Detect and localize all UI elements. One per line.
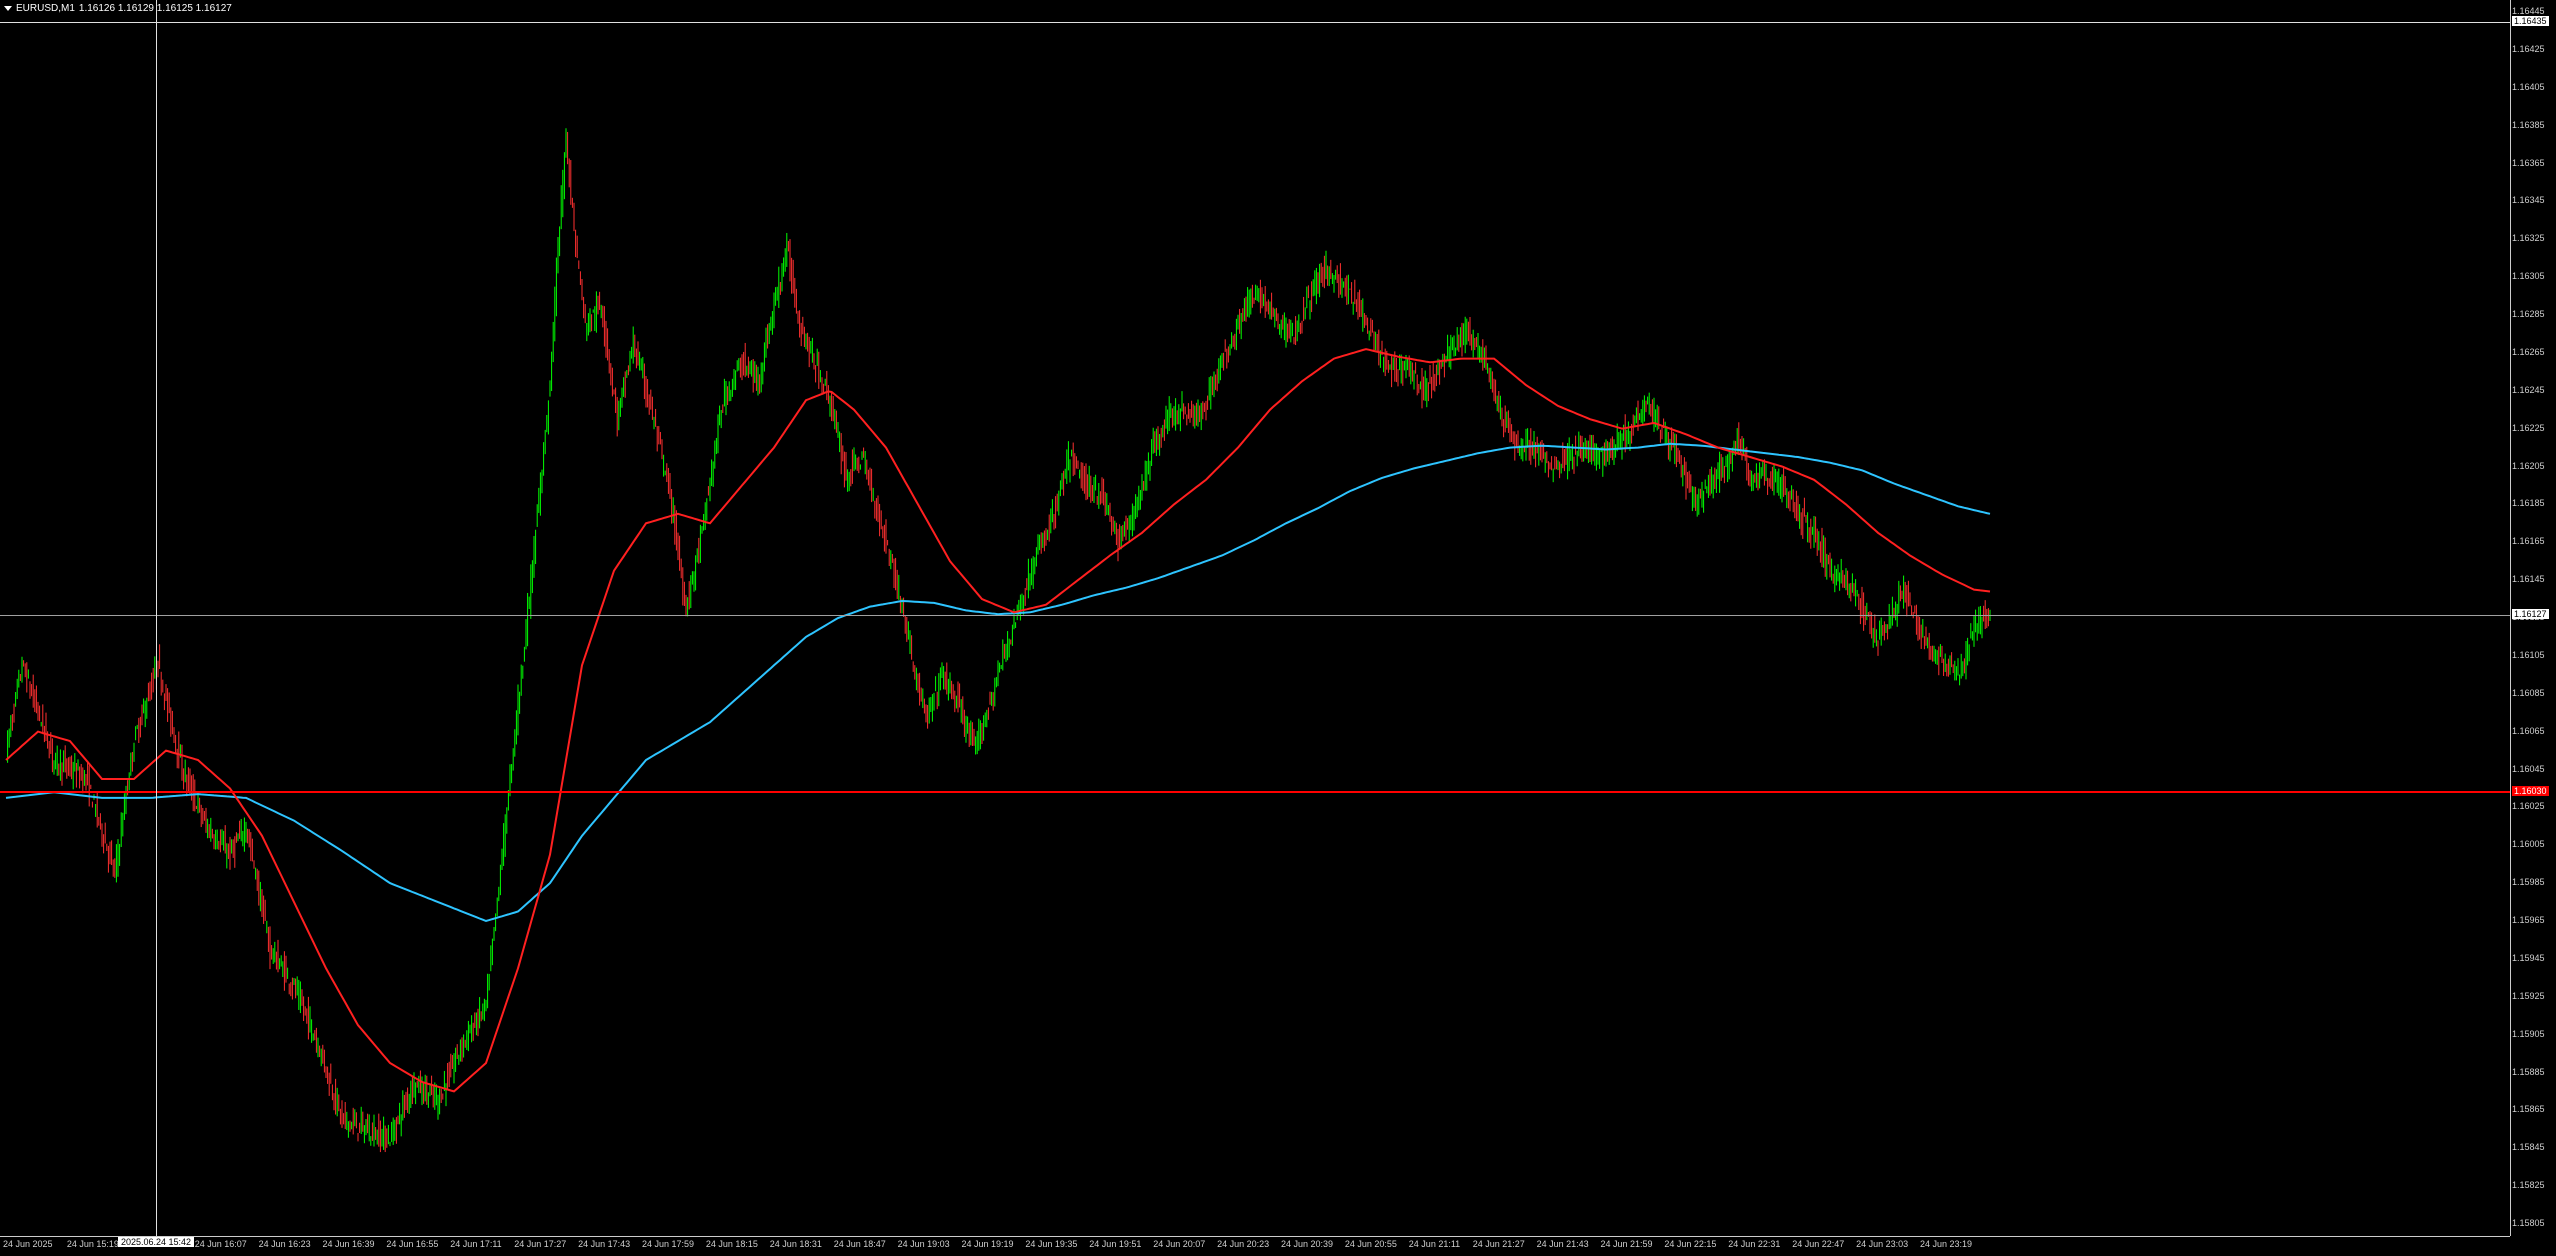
symbol-timeframe: EURUSD,M1 [16, 3, 75, 14]
price-axis-label: 1.16425 [2512, 43, 2545, 54]
price-axis-label: 1.15805 [2512, 1218, 2545, 1228]
time-axis-label: 24 Jun 20:55 [1344, 1239, 1397, 1249]
price-axis-label: 1.16145 [2512, 574, 2545, 585]
time-axis-label: 24 Jun 19:35 [1025, 1239, 1078, 1249]
price-axis-label: 1.16385 [2512, 119, 2545, 130]
time-axis-label: 24 Jun 22:47 [1792, 1239, 1845, 1249]
price-axis-label: 1.15865 [2512, 1104, 2545, 1115]
time-axis-label: 24 Jun 23:03 [1856, 1239, 1909, 1249]
time-axis-label: 24 Jun 2025 [3, 1239, 53, 1249]
price-axis-label: 1.16105 [2512, 649, 2545, 660]
time-axis-label: 24 Jun 16:07 [194, 1239, 247, 1249]
time-axis-label: 24 Jun 21:43 [1536, 1239, 1589, 1249]
price-axis-label: 1.16285 [2512, 309, 2545, 319]
price-axis-label: 1.16245 [2512, 384, 2545, 395]
price-axis-label: 1.16025 [2512, 801, 2545, 812]
time-axis-label: 24 Jun 20:07 [1153, 1239, 1206, 1249]
price-axis-label: 1.16405 [2512, 81, 2545, 92]
crosshair-price-tag: 1.16435 [2512, 16, 2549, 26]
time-axis-label: 24 Jun 19:03 [897, 1239, 950, 1249]
time-axis-label: 24 Jun 19:51 [1089, 1239, 1142, 1249]
current-price-tag: 1.16127 [2512, 609, 2549, 619]
time-axis-label: 24 Jun 17:43 [578, 1239, 631, 1249]
price-axis-label: 1.16085 [2512, 687, 2545, 698]
price-axis-label: 1.16225 [2512, 422, 2545, 433]
price-axis-label: 1.16185 [2512, 498, 2545, 509]
time-axis-label: 24 Jun 18:31 [769, 1239, 822, 1249]
price-axis-label: 1.15985 [2512, 877, 2545, 888]
time-axis-label: 24 Jun 16:55 [386, 1239, 439, 1249]
time-axis-label: 24 Jun 21:27 [1472, 1239, 1525, 1249]
time-axis-label: 24 Jun 22:15 [1664, 1239, 1717, 1249]
time-axis-label: 24 Jun 20:23 [1217, 1239, 1270, 1249]
price-axis-label: 1.16445 [2512, 6, 2545, 16]
price-axis-label: 1.15885 [2512, 1066, 2545, 1077]
time-axis-label: 24 Jun 21:59 [1600, 1239, 1653, 1249]
time-axis-label: 24 Jun 18:47 [833, 1239, 886, 1249]
time-axis-label: 24 Jun 23:19 [1920, 1239, 1973, 1249]
price-axis-label: 1.15965 [2512, 915, 2545, 925]
chart-header: EURUSD,M1 1.16126 1.16129 1.16125 1.1612… [4, 3, 232, 14]
price-axis-label: 1.16365 [2512, 157, 2545, 168]
price-axis-label: 1.16065 [2512, 725, 2545, 736]
time-axis-label: 24 Jun 17:27 [514, 1239, 567, 1249]
time-axis-label: 24 Jun 22:31 [1728, 1239, 1781, 1249]
time-axis-label: 24 Jun 17:59 [642, 1239, 695, 1249]
price-axis-label: 1.16005 [2512, 839, 2545, 850]
time-axis-label: 24 Jun 17:11 [450, 1239, 502, 1249]
price-axis-label: 1.15925 [2512, 990, 2545, 1001]
time-axis-label: 24 Jun 19:19 [961, 1239, 1014, 1249]
price-axis-label: 1.15905 [2512, 1028, 2545, 1039]
time-axis-label: 24 Jun 21:11 [1408, 1239, 1461, 1249]
time-axis-label: 24 Jun 18:15 [705, 1239, 758, 1249]
price-axis-label: 1.15845 [2512, 1142, 2545, 1153]
price-chart[interactable] [0, 0, 2556, 1256]
triangle-down-icon[interactable] [4, 6, 12, 11]
price-axis-label: 1.16265 [2512, 346, 2545, 357]
hline-price-tag: 1.16030 [2512, 786, 2549, 796]
price-axis-label: 1.16205 [2512, 460, 2545, 471]
price-axis-label: 1.16045 [2512, 763, 2545, 774]
time-axis-label: 24 Jun 15:19 [66, 1239, 119, 1249]
price-axis-label: 1.16325 [2512, 233, 2545, 244]
price-axis-label: 1.16305 [2512, 271, 2545, 282]
time-axis-label: 24 Jun 16:39 [322, 1239, 375, 1249]
chart-background [0, 0, 2556, 1256]
price-axis-label: 1.16345 [2512, 195, 2545, 206]
ohlc-values: 1.16126 1.16129 1.16125 1.16127 [78, 3, 232, 14]
price-axis-label: 1.16165 [2512, 536, 2545, 547]
time-axis-label: 24 Jun 16:23 [258, 1239, 311, 1249]
crosshair-time-tag: 2025.06.24 15:42 [118, 1237, 195, 1247]
time-axis-label: 24 Jun 20:39 [1281, 1239, 1334, 1249]
price-axis-label: 1.15945 [2512, 952, 2545, 963]
price-axis-label: 1.15825 [2512, 1180, 2545, 1191]
